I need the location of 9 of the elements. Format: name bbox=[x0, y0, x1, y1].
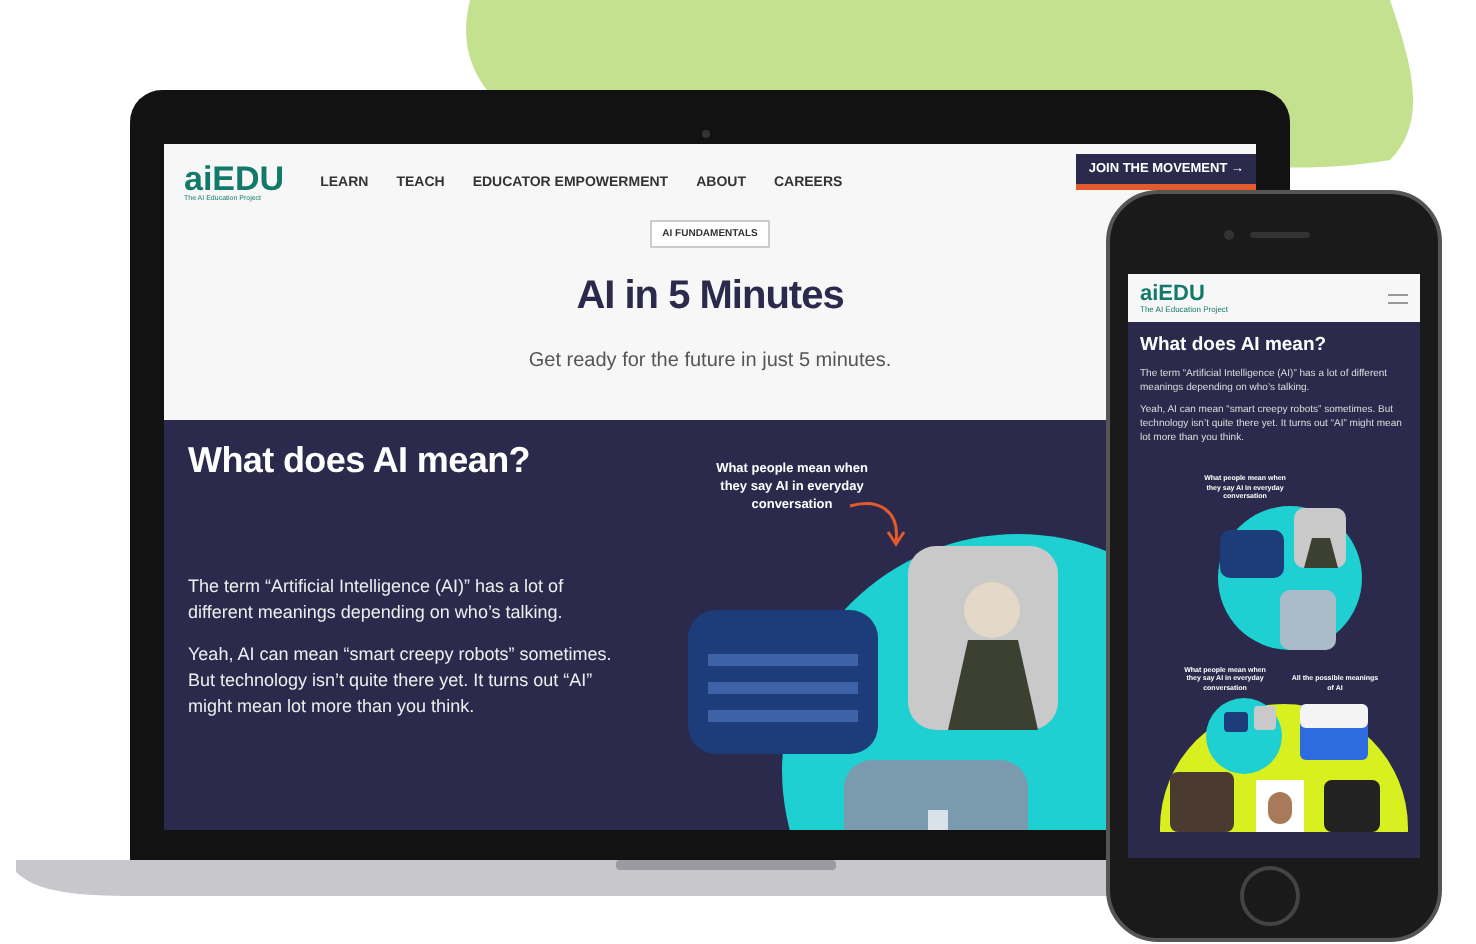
menu-icon[interactable] bbox=[1388, 293, 1408, 303]
page-title: AI in 5 Minutes bbox=[576, 274, 844, 320]
page-subtitle: Get ready for the future in just 5 minutes. bbox=[528, 350, 892, 372]
camera-icon bbox=[1224, 230, 1234, 240]
paragraph: Yeah, AI can mean “smart creepy robots” sometimes. But technology isn’t quite there yet. It turns out “AI” might mean lot more than you think. bbox=[188, 642, 614, 720]
paragraph: The term “Artificial Intelligence (AI)” has a lot of different meanings depending on who’s talking. bbox=[188, 574, 566, 626]
section-heading: What does AI mean? bbox=[188, 440, 532, 482]
camera-icon bbox=[702, 130, 710, 138]
section-heading: What does AI mean? bbox=[1140, 334, 1329, 356]
